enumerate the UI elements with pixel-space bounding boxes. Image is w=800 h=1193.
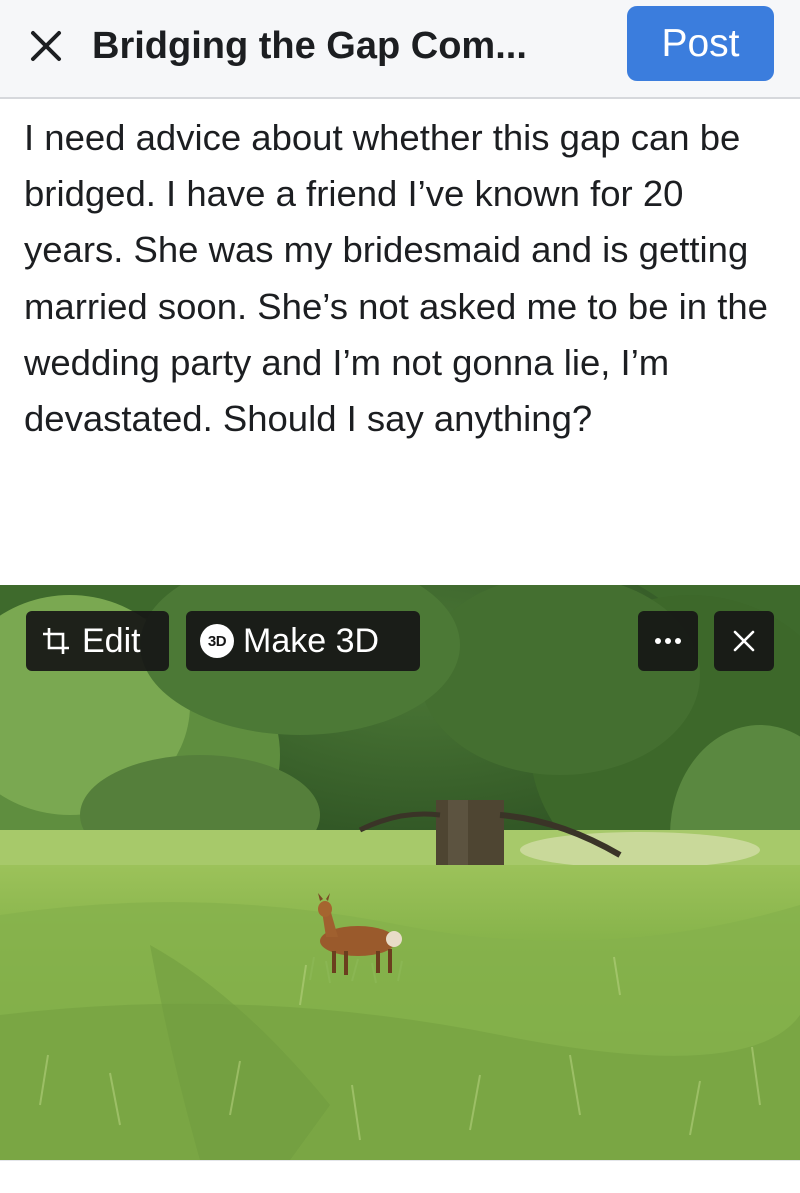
composer-screen: Bridging the Gap Com... Post I need advi… — [0, 0, 800, 1193]
composer-header: Bridging the Gap Com... Post — [0, 0, 800, 99]
page-title: Bridging the Gap Com... — [92, 25, 527, 67]
remove-photo-button[interactable] — [714, 611, 774, 671]
more-options-button[interactable] — [638, 611, 698, 671]
attached-photo[interactable]: Edit 3D Make 3D — [0, 585, 800, 1160]
make-3d-label: Make 3D — [243, 621, 380, 660]
bottom-divider — [0, 1160, 800, 1193]
close-button[interactable] — [24, 24, 68, 68]
close-icon — [31, 31, 61, 61]
crop-icon — [43, 628, 69, 654]
more-icon — [655, 638, 681, 644]
3d-icon: 3D — [200, 624, 234, 658]
post-text[interactable]: I need advice about whether this gap can… — [24, 110, 786, 447]
edit-label: Edit — [82, 621, 141, 660]
close-icon — [733, 630, 755, 652]
photo-image — [0, 585, 800, 1160]
post-button[interactable]: Post — [627, 6, 774, 81]
edit-photo-button[interactable]: Edit — [26, 611, 169, 671]
make-3d-button[interactable]: 3D Make 3D — [186, 611, 420, 671]
